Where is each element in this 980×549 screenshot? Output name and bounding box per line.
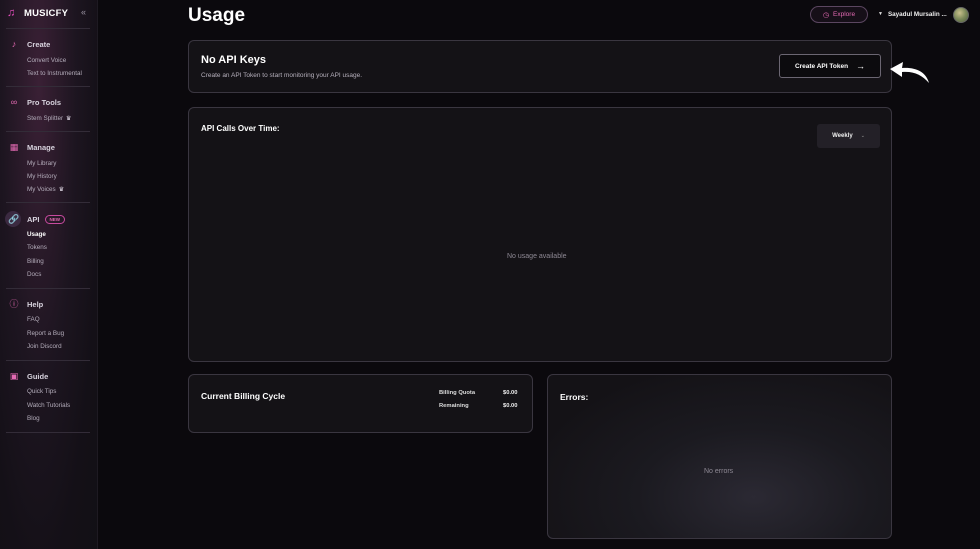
divider	[6, 202, 90, 203]
sidebar-item-docs[interactable]: Docs	[27, 270, 41, 279]
errors-title: Errors:	[560, 392, 589, 402]
sidebar-item-tokens[interactable]: Tokens	[27, 243, 47, 252]
pointer-arrow-icon	[890, 62, 929, 83]
user-name: Sayadul Mursalin ...	[887, 10, 947, 18]
period-select[interactable]: Weekly ⌄	[817, 124, 880, 148]
music-note-icon: ♪	[11, 39, 17, 49]
remaining-label: Remaining	[439, 403, 469, 409]
sidebar-item-watch-tutorials[interactable]: Watch Tutorials	[27, 401, 70, 410]
book-icon: ▣	[9, 371, 19, 381]
sidebar-item-faq[interactable]: FAQ	[27, 315, 40, 324]
link-icon: 🔗	[8, 214, 20, 224]
divider	[6, 360, 90, 361]
divider	[6, 432, 90, 433]
new-badge: NEW	[44, 214, 66, 224]
billing-quota-label: Billing Quota	[439, 390, 476, 396]
brand[interactable]: ♫ MUSICFY «	[7, 7, 86, 19]
billing-cycle-card: Current Billing Cycle Billing Quota $0.0…	[188, 374, 533, 433]
chevrons-left-icon[interactable]: «	[81, 7, 86, 17]
sidebar-item-report-bug[interactable]: Report a Bug	[27, 329, 64, 338]
divider	[6, 131, 90, 132]
brand-name: MUSICFY	[24, 7, 69, 19]
explore-button[interactable]: ◷ Explore	[810, 6, 868, 23]
sidebar-section-api: 🔗 API NEW	[8, 213, 66, 225]
sidebar-item-my-library[interactable]: My Library	[27, 159, 56, 168]
chevron-down-icon: ⌄	[860, 133, 865, 139]
sidebar-section-manage: ▦ Manage	[9, 142, 55, 152]
crown-icon: ♛	[58, 187, 65, 193]
divider	[6, 288, 90, 289]
api-keys-title: No API Keys	[201, 54, 267, 66]
billing-cycle-title: Current Billing Cycle	[201, 391, 286, 401]
music-note-icon: ♫	[7, 7, 16, 19]
compass-icon: ◷	[822, 11, 830, 19]
api-keys-description: Create an API Token to start monitoring …	[201, 72, 363, 79]
avatar[interactable]	[953, 7, 969, 23]
errors-card: Errors: No errors	[547, 374, 892, 539]
sidebar-item-my-voices[interactable]: My Voices ♛	[27, 185, 64, 194]
sidebar-item-join-discord[interactable]: Join Discord	[27, 342, 62, 351]
divider	[6, 86, 90, 87]
api-keys-card: No API Keys Create an API Token to start…	[188, 40, 892, 93]
arrow-right-icon: →	[856, 61, 866, 71]
sidebar-item-billing[interactable]: Billing	[27, 257, 44, 266]
no-errors-message: No errors	[704, 468, 734, 475]
sidebar-item-stem-splitter[interactable]: Stem Splitter ♛	[27, 114, 71, 123]
sidebar-item-quick-tips[interactable]: Quick Tips	[27, 387, 56, 396]
sidebar-item-blog[interactable]: Blog	[27, 414, 40, 423]
divider	[6, 28, 90, 29]
crown-icon: ♛	[66, 116, 72, 122]
sidebar-section-guide: ▣ Guide	[9, 371, 49, 381]
help-circle-icon: ⓘ	[9, 299, 19, 309]
user-menu[interactable]: ▼ Sayadul Mursalin ...	[878, 8, 947, 20]
sidebar-item-convert-voice[interactable]: Convert Voice	[27, 56, 66, 65]
sidebar-section-create: ♪ Create	[8, 38, 51, 50]
sidebar-item-usage[interactable]: Usage	[27, 230, 46, 239]
sidebar: ♫ MUSICFY « ♪ Create Convert Voice Text …	[0, 0, 98, 549]
remaining-value: $0.00	[503, 403, 518, 409]
no-usage-message: No usage available	[507, 253, 567, 260]
sidebar-item-text-to-instrumental[interactable]: Text to Instrumental	[27, 69, 82, 78]
create-api-token-button[interactable]: Create API Token →	[779, 54, 881, 78]
sidebar-section-help: ⓘ Help	[9, 299, 44, 309]
billing-quota-value: $0.00	[503, 390, 518, 396]
chevron-down-icon: ▼	[878, 11, 883, 17]
api-calls-title: API Calls Over Time:	[201, 124, 280, 133]
page-title: Usage	[188, 5, 246, 26]
grid-icon: ▦	[9, 142, 19, 152]
sidebar-item-my-history[interactable]: My History	[27, 172, 57, 181]
stems-icon: ∞	[10, 97, 18, 107]
api-calls-card: API Calls Over Time: Weekly ⌄ No usage a…	[188, 107, 892, 362]
sidebar-section-pro-tools: ∞ Pro Tools	[8, 96, 61, 108]
